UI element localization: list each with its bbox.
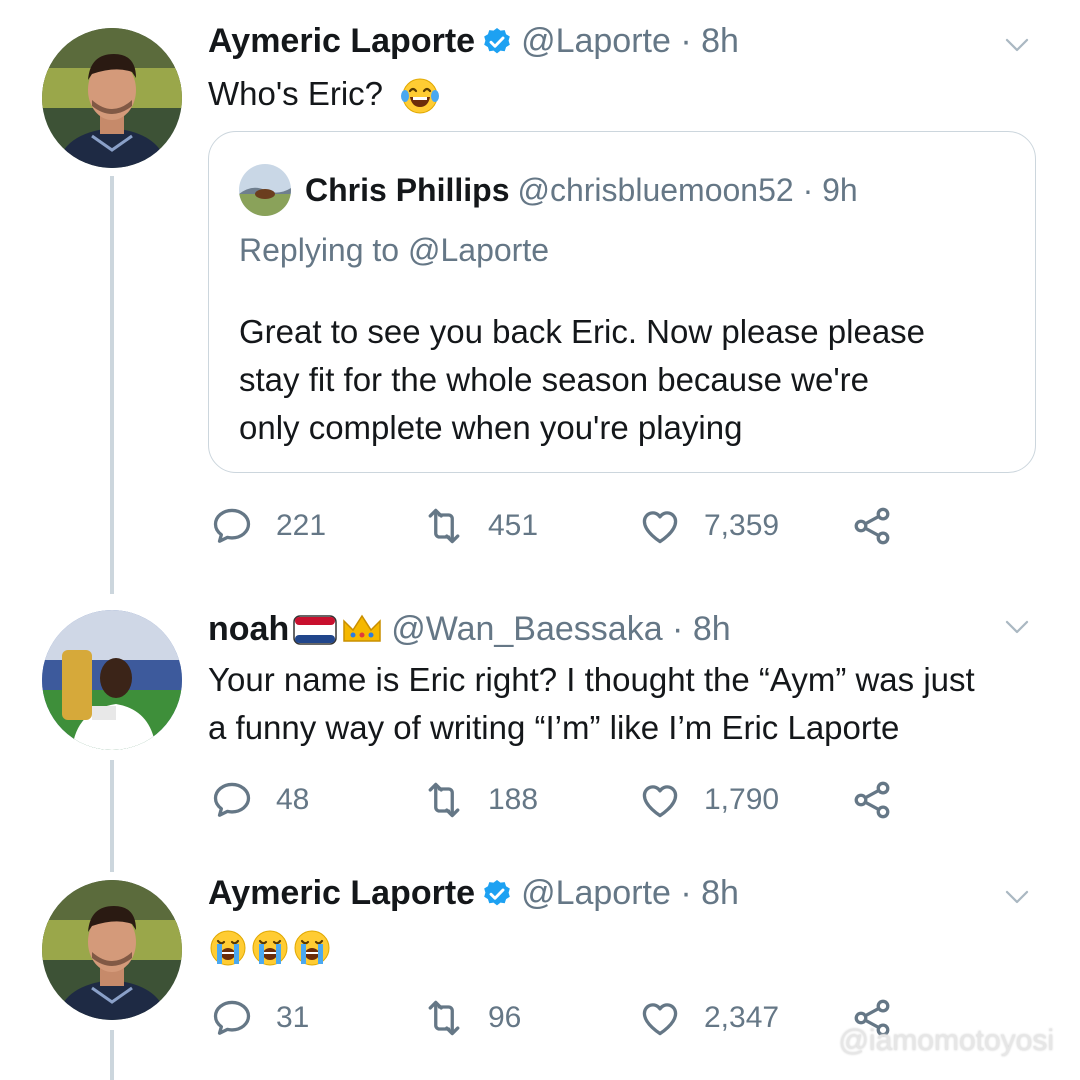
crown-icon	[343, 614, 381, 642]
reply-count: 48	[276, 783, 310, 816]
like-button[interactable]: 1,790	[638, 778, 779, 822]
like-icon	[638, 996, 682, 1040]
quoted-text-line: Great to see you back Eric. Now please p…	[239, 313, 926, 350]
verified-badge-icon	[481, 26, 513, 58]
share-icon	[850, 778, 894, 822]
tweet-text	[208, 922, 334, 970]
thread-line	[110, 760, 114, 872]
quoted-tweet-text: Great to see you back Eric. Now please p…	[239, 308, 925, 452]
like-icon	[638, 778, 682, 822]
quoted-text-line: only complete when you're playing	[239, 409, 743, 446]
quoted-author-name: Chris Phillips	[305, 171, 510, 208]
reply-button[interactable]: 31	[210, 996, 309, 1040]
replying-to: Replying to @Laporte	[239, 232, 549, 269]
chevron-down-icon[interactable]	[1002, 612, 1032, 642]
reply-icon	[210, 778, 254, 822]
quoted-text-line: stay fit for the whole season because we…	[239, 361, 869, 398]
watermark: @iamomotoyosi	[838, 1024, 1054, 1057]
retweet-button[interactable]: 451	[422, 504, 538, 548]
author-handle[interactable]: @Laporte · 8h	[521, 874, 739, 913]
retweet-icon	[422, 504, 466, 548]
crying-emoji-icon	[208, 928, 248, 968]
reply-button[interactable]: 221	[210, 504, 326, 548]
avatar[interactable]	[42, 610, 182, 750]
author-handle[interactable]: @Laporte · 8h	[521, 22, 739, 61]
chevron-down-icon[interactable]	[1002, 882, 1032, 912]
reply-count: 221	[276, 509, 327, 542]
reply-count: 31	[276, 1001, 310, 1034]
laughing-emoji-icon	[400, 76, 440, 116]
thread-line	[110, 176, 114, 594]
share-button[interactable]	[850, 778, 916, 822]
avatar	[239, 164, 291, 216]
quoted-tweet[interactable]: Chris Phillips @chrisbluemoon52 · 9h Rep…	[208, 131, 1036, 473]
replying-to-mention[interactable]: @Laporte	[408, 232, 549, 268]
share-button[interactable]	[850, 504, 916, 548]
crying-emoji-icon	[292, 928, 332, 968]
tweet-actions: 48 188 1,790	[210, 778, 910, 824]
crying-emoji-icon	[250, 928, 290, 968]
quoted-author-handle: @chrisbluemoon52 · 9h	[517, 171, 858, 208]
netherlands-flag-icon	[293, 614, 337, 645]
tweet-actions: 31 96 2,347	[210, 996, 910, 1042]
reply-button[interactable]: 48	[210, 778, 309, 822]
tweet-text: Who's Eric?	[208, 70, 442, 118]
quoted-tweet-header: Chris Phillips @chrisbluemoon52 · 9h	[239, 164, 858, 216]
tweet-text-line: Who's Eric?	[208, 75, 384, 112]
author-name[interactable]: noah	[208, 610, 289, 649]
author-name[interactable]: Aymeric Laporte	[208, 22, 475, 61]
tweet-text: Your name is Eric right? I thought the “…	[208, 656, 975, 752]
reply-icon	[210, 504, 254, 548]
tweet-header: noah @Wan_Baessaka · 8h	[208, 610, 731, 649]
verified-badge-icon	[481, 878, 513, 910]
share-icon	[850, 504, 894, 548]
tweet-actions: 221 451 7,359	[210, 504, 910, 550]
tweet-header: Aymeric Laporte @Laporte · 8h	[208, 22, 739, 61]
like-button[interactable]: 2,347	[638, 996, 779, 1040]
tweet-text-line: a funny way of writing “I’m” like I’m Er…	[208, 709, 900, 746]
thread-line	[110, 1030, 114, 1080]
tweet-header: Aymeric Laporte @Laporte · 8h	[208, 874, 739, 913]
retweet-icon	[422, 996, 466, 1040]
like-count: 2,347	[704, 1001, 780, 1034]
retweet-icon	[422, 778, 466, 822]
like-count: 7,359	[704, 509, 780, 542]
retweet-count: 188	[488, 783, 539, 816]
retweet-count: 96	[488, 1001, 522, 1034]
retweet-button[interactable]: 188	[422, 778, 538, 822]
like-icon	[638, 504, 682, 548]
tweet-text-line: Your name is Eric right? I thought the “…	[208, 661, 975, 698]
like-button[interactable]: 7,359	[638, 504, 779, 548]
like-count: 1,790	[704, 783, 780, 816]
retweet-count: 451	[488, 509, 539, 542]
reply-icon	[210, 996, 254, 1040]
author-name[interactable]: Aymeric Laporte	[208, 874, 475, 913]
author-handle[interactable]: @Wan_Baessaka · 8h	[391, 610, 730, 649]
chevron-down-icon[interactable]	[1002, 30, 1032, 60]
avatar[interactable]	[42, 28, 182, 168]
avatar[interactable]	[42, 880, 182, 1020]
replying-to-prefix: Replying to	[239, 232, 408, 268]
retweet-button[interactable]: 96	[422, 996, 521, 1040]
